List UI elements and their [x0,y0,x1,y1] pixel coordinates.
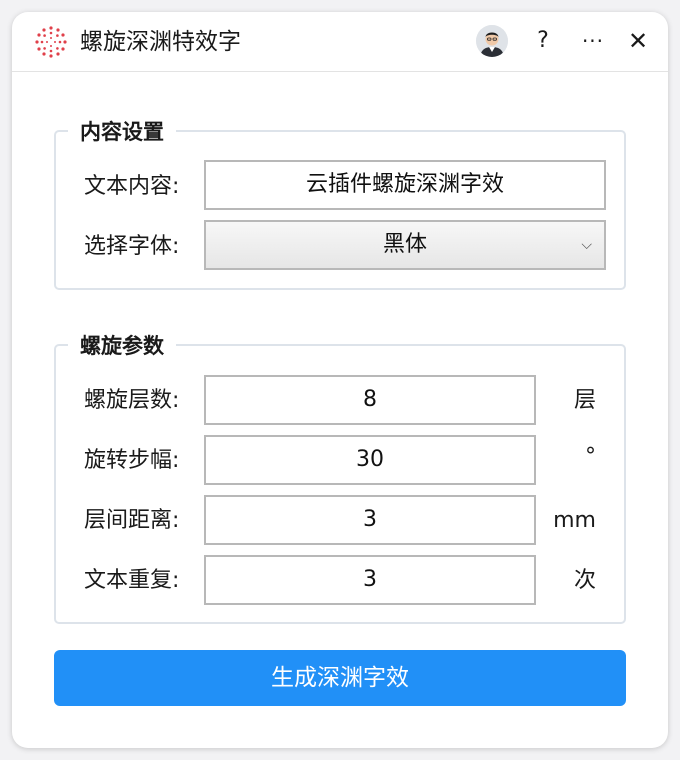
text-repeat-unit: 次 [573,568,596,593]
rotation-step-input[interactable]: 30 [204,435,536,485]
spiral-logo-icon [35,26,67,58]
title-bar: 螺旋深渊特效字 ? ··· ✕ [12,12,668,72]
rotation-step-label: 旋转步幅: [84,448,180,473]
user-avatar[interactable] [476,25,508,57]
help-button[interactable]: ? [526,24,560,58]
font-select-label: 选择字体: [84,234,180,259]
spiral-layers-label: 螺旋层数: [84,388,180,413]
text-content-label: 文本内容: [84,174,180,199]
window-title: 螺旋深渊特效字 [80,29,241,55]
layer-distance-input[interactable]: 3 [204,495,536,545]
font-select[interactable]: 黑体 ⌵ [204,220,606,270]
user-avatar-icon [476,25,508,57]
font-select-value: 黑体 [382,232,427,257]
layer-distance-unit: mm [553,508,596,533]
app-window: 螺旋深渊特效字 ? ··· ✕ 内容设置 文本内容: 云插件螺旋深渊字效 选择字… [12,12,668,748]
rotation-step-unit: ° [585,444,596,469]
text-repeat-input[interactable]: 3 [204,555,536,605]
more-options-button[interactable]: ··· [576,24,610,58]
layer-distance-label: 层间距离: [84,508,180,533]
spiral-layers-unit: 层 [573,388,596,413]
generate-button[interactable]: 生成深渊字效 [54,650,626,706]
content-settings-legend: 内容设置 [80,120,164,144]
spiral-layers-input[interactable]: 8 [204,375,536,425]
text-repeat-label: 文本重复: [84,568,180,593]
text-content-input[interactable]: 云插件螺旋深渊字效 [204,160,606,210]
close-button[interactable]: ✕ [621,24,655,58]
chevron-down-icon: ⌵ [581,237,592,253]
spiral-params-legend: 螺旋参数 [80,334,164,358]
